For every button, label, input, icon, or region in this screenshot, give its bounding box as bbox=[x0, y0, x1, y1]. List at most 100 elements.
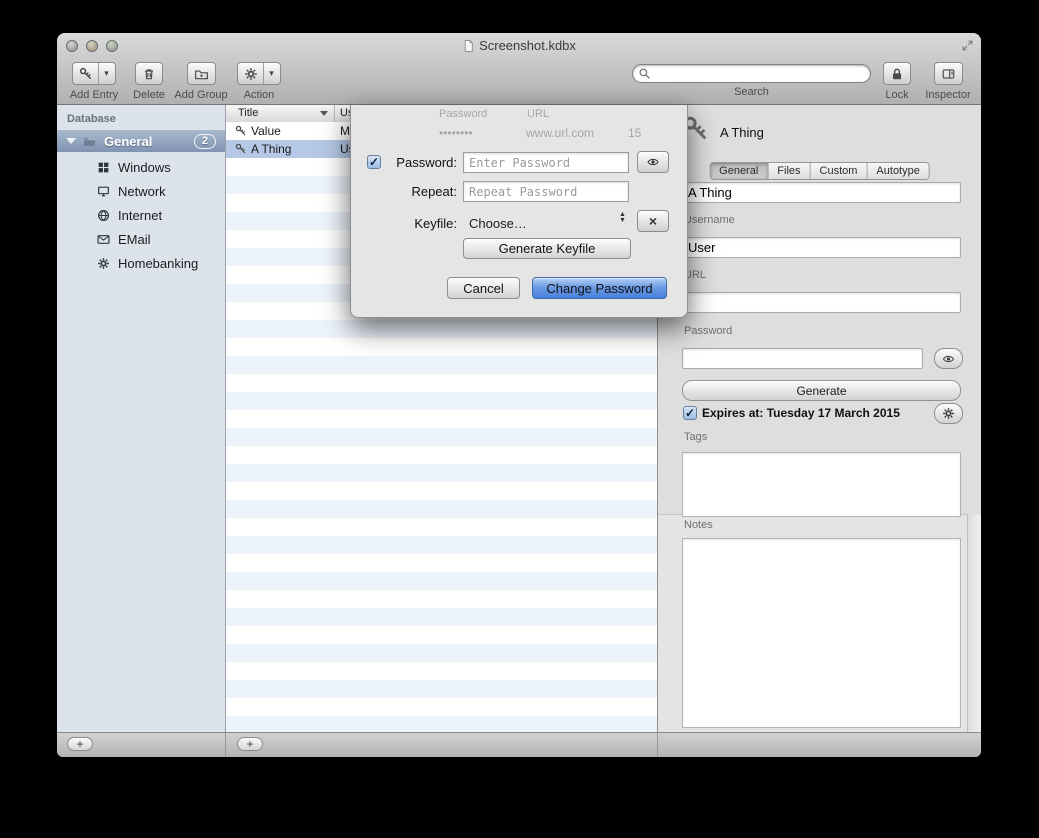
search-area: Search bbox=[632, 64, 871, 98]
lock-button[interactable]: Lock bbox=[875, 62, 919, 102]
new-password-input[interactable] bbox=[463, 152, 629, 173]
sidebar-header: Database bbox=[67, 113, 116, 125]
inspector-entry-title: A Thing bbox=[720, 125, 764, 140]
sidebar-item-internet[interactable]: Internet bbox=[57, 203, 225, 227]
tab-files[interactable]: Files bbox=[767, 163, 809, 179]
inspector-panel: A Thing General Files Custom Autotype Us… bbox=[657, 105, 981, 733]
change-password-button[interactable]: Change Password bbox=[532, 277, 667, 299]
network-icon bbox=[97, 185, 110, 198]
clear-keyfile-button[interactable]: × bbox=[637, 210, 669, 232]
key-icon bbox=[235, 143, 247, 155]
ghost-extra-value: 15 bbox=[628, 126, 641, 140]
password-label: Password bbox=[684, 325, 732, 337]
reveal-password-button[interactable] bbox=[934, 348, 963, 369]
sidebar-item-homebanking[interactable]: Homebanking bbox=[57, 251, 225, 275]
ghost-password-dots: •••••••• bbox=[439, 126, 473, 140]
folder-icon bbox=[82, 135, 97, 148]
sidebar-item-network[interactable]: Network bbox=[57, 179, 225, 203]
gear-icon bbox=[244, 67, 258, 81]
app-window: Screenshot.kdbx ▾ Add Entry Delete Add G… bbox=[57, 33, 981, 757]
search-input[interactable] bbox=[632, 64, 871, 83]
add-entry-footer-button[interactable]: + bbox=[237, 737, 263, 751]
globe-icon bbox=[97, 209, 110, 222]
chevron-down-icon: ▾ bbox=[104, 68, 109, 79]
tab-autotype[interactable]: Autotype bbox=[866, 163, 928, 179]
key-icon bbox=[235, 125, 247, 137]
delete-label: Delete bbox=[127, 89, 171, 101]
gear-icon bbox=[97, 257, 110, 270]
sort-descending-icon bbox=[320, 111, 328, 116]
expires-row: ✓ Expires at: Tuesday 17 March 2015 bbox=[683, 406, 900, 420]
repeat-password-input[interactable] bbox=[463, 181, 629, 202]
expires-label: Expires at: Tuesday 17 March 2015 bbox=[702, 406, 900, 420]
chevron-down-icon: ▾ bbox=[269, 68, 274, 79]
username-field[interactable] bbox=[682, 237, 961, 258]
search-label: Search bbox=[632, 86, 871, 98]
window-title: Screenshot.kdbx bbox=[57, 38, 981, 53]
trash-icon bbox=[142, 67, 156, 81]
entry-title-cell: Value bbox=[251, 124, 281, 138]
sheet-password-label: Password: bbox=[381, 155, 457, 170]
username-label: Username bbox=[684, 214, 735, 226]
password-checkbox[interactable]: ✓ bbox=[367, 155, 381, 169]
popup-stepper-icon[interactable]: ▲▼ bbox=[619, 212, 626, 224]
add-entry-button[interactable]: ▾ Add Entry bbox=[63, 62, 125, 102]
generate-password-button[interactable]: Generate bbox=[682, 380, 961, 401]
inspector-scrollbar[interactable] bbox=[967, 514, 981, 733]
column-header-title[interactable]: Title bbox=[238, 107, 258, 119]
fullscreen-icon[interactable] bbox=[961, 39, 974, 57]
reveal-password-button[interactable] bbox=[637, 151, 669, 173]
eye-icon bbox=[941, 353, 956, 365]
gear-icon bbox=[942, 407, 955, 420]
change-password-sheet: Password URL •••••••• www.url.com 15 ✓ P… bbox=[350, 105, 688, 318]
sidebar-item-email[interactable]: EMail bbox=[57, 227, 225, 251]
add-group-footer-button[interactable]: + bbox=[67, 737, 93, 751]
windows-icon bbox=[97, 161, 110, 174]
tags-field[interactable] bbox=[682, 452, 961, 517]
lock-icon bbox=[890, 67, 904, 81]
url-field[interactable] bbox=[682, 292, 961, 313]
inspector-tabs: General Files Custom Autotype bbox=[709, 162, 930, 180]
tab-custom[interactable]: Custom bbox=[810, 163, 867, 179]
sheet-keyfile-label: Keyfile: bbox=[381, 216, 457, 231]
close-icon: × bbox=[649, 213, 657, 229]
sidebar-item-label: Internet bbox=[118, 208, 162, 223]
key-icon bbox=[79, 67, 93, 81]
tab-general[interactable]: General bbox=[710, 163, 767, 179]
expires-settings-button[interactable] bbox=[934, 403, 963, 424]
folder-plus-icon bbox=[194, 67, 209, 81]
column-divider[interactable] bbox=[334, 105, 335, 122]
footer-divider bbox=[657, 733, 658, 757]
tags-label: Tags bbox=[684, 431, 707, 443]
action-button[interactable]: ▾ Action bbox=[233, 62, 285, 102]
document-icon bbox=[462, 39, 475, 53]
inspector-panel-icon bbox=[941, 67, 956, 81]
lock-label: Lock bbox=[875, 89, 919, 101]
add-entry-label: Add Entry bbox=[63, 89, 125, 101]
sidebar-item-label: Windows bbox=[118, 160, 171, 175]
add-group-button[interactable]: Add Group bbox=[171, 62, 231, 102]
sidebar-group-general[interactable]: General 2 bbox=[57, 130, 225, 152]
window-chrome: Screenshot.kdbx ▾ Add Entry Delete Add G… bbox=[57, 33, 981, 105]
cancel-button[interactable]: Cancel bbox=[447, 277, 520, 299]
disclosure-triangle-icon[interactable] bbox=[66, 138, 76, 144]
expires-checkbox[interactable]: ✓ bbox=[683, 406, 697, 420]
delete-button[interactable]: Delete bbox=[127, 62, 171, 102]
sidebar-item-label: Network bbox=[118, 184, 166, 199]
envelope-icon bbox=[97, 233, 110, 246]
footer-divider bbox=[225, 733, 226, 757]
group-count-badge: 2 bbox=[194, 134, 216, 149]
keyfile-popup[interactable]: Choose… bbox=[469, 216, 527, 231]
entry-title-cell: A Thing bbox=[251, 142, 291, 156]
generate-keyfile-button[interactable]: Generate Keyfile bbox=[463, 238, 631, 259]
password-field[interactable] bbox=[682, 348, 923, 369]
add-group-label: Add Group bbox=[171, 89, 231, 101]
sidebar-item-label: EMail bbox=[118, 232, 151, 247]
sidebar: Database General 2 Windows Network Inter… bbox=[57, 105, 226, 733]
notes-field[interactable] bbox=[682, 538, 961, 728]
eye-icon bbox=[645, 156, 661, 168]
title-field[interactable] bbox=[682, 182, 961, 203]
sidebar-group-label: General bbox=[104, 134, 152, 149]
sidebar-item-windows[interactable]: Windows bbox=[57, 155, 225, 179]
inspector-button[interactable]: Inspector bbox=[919, 62, 977, 102]
